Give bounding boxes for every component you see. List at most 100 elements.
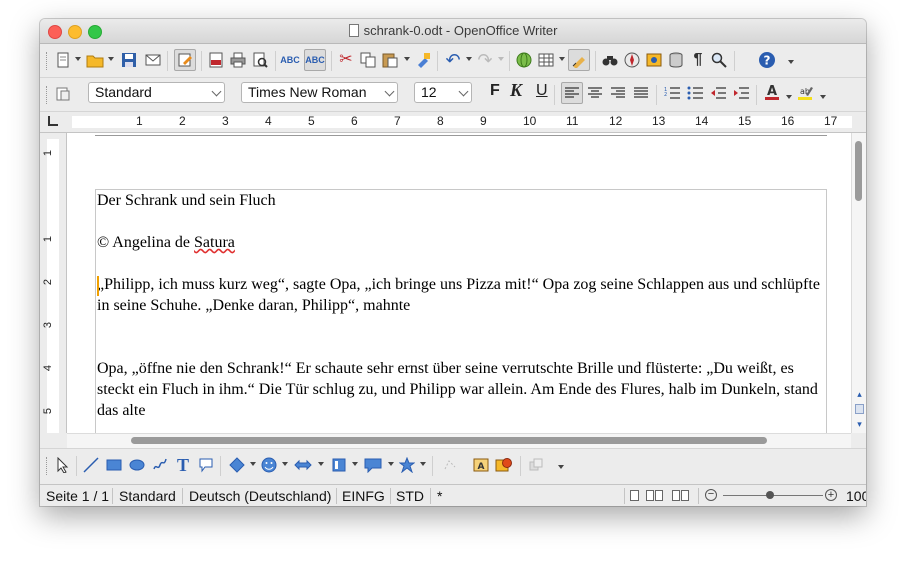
redo-dropdown[interactable] <box>498 57 504 61</box>
symbol-shapes-icon[interactable] <box>260 456 278 474</box>
stars-dropdown[interactable] <box>420 462 426 466</box>
vertical-ruler[interactable]: 1 1 2 3 4 5 <box>40 133 67 433</box>
export-pdf-icon[interactable] <box>207 51 225 69</box>
bold-button[interactable]: F <box>490 82 500 100</box>
misspelled-word[interactable]: Satura <box>194 234 235 251</box>
status-zoom-value[interactable]: 100 <box>846 488 866 504</box>
stars-icon[interactable] <box>398 456 416 474</box>
vertical-scrollbar[interactable]: ▴ ▾ <box>851 133 866 433</box>
new-document-icon[interactable] <box>54 51 72 69</box>
new-document-dropdown[interactable] <box>75 57 81 61</box>
vertical-scroll-thumb[interactable] <box>855 141 862 201</box>
align-right-button[interactable] <box>609 84 627 102</box>
paste-icon[interactable] <box>381 51 399 69</box>
format-paintbrush-icon[interactable] <box>414 51 432 69</box>
rectangle-tool-icon[interactable] <box>105 456 123 474</box>
line-tool-icon[interactable] <box>82 456 100 474</box>
ellipse-tool-icon[interactable] <box>128 456 146 474</box>
tab-stop-type-icon[interactable] <box>48 116 58 126</box>
callout-tool-icon[interactable] <box>197 456 215 474</box>
zoom-in-icon[interactable]: + <box>825 489 837 501</box>
flowchart-icon[interactable] <box>330 456 348 474</box>
fontwork-icon[interactable]: A <box>472 456 490 474</box>
autospellcheck-icon[interactable]: ABC <box>304 49 326 71</box>
styles-formatting-icon[interactable] <box>54 85 72 103</box>
find-replace-icon[interactable] <box>601 51 619 69</box>
hyperlink-icon[interactable] <box>515 51 533 69</box>
horizontal-scrollbar[interactable] <box>67 433 851 448</box>
callouts-dropdown[interactable] <box>388 462 394 466</box>
navigator-icon[interactable] <box>623 51 641 69</box>
align-center-button[interactable] <box>586 84 604 102</box>
status-page[interactable]: Seite 1 / 1 <box>46 488 109 504</box>
font-color-dropdown[interactable] <box>786 95 792 99</box>
book-view-icon[interactable] <box>672 490 690 501</box>
toolbar-grip[interactable] <box>46 457 50 475</box>
status-page-style[interactable]: Standard <box>119 488 176 504</box>
edit-mode-icon[interactable] <box>174 49 196 71</box>
gallery-icon[interactable] <box>645 51 663 69</box>
block-arrows-dropdown[interactable] <box>318 462 324 466</box>
flowchart-dropdown[interactable] <box>352 462 358 466</box>
align-left-button[interactable] <box>561 82 583 104</box>
drawing-toolbar-more-dropdown[interactable] <box>558 465 564 469</box>
decrease-indent-icon[interactable] <box>709 84 727 102</box>
select-pointer-icon[interactable] <box>54 456 72 474</box>
toolbar-more-dropdown[interactable] <box>788 60 794 64</box>
insert-image-icon[interactable] <box>495 456 513 474</box>
justify-button[interactable] <box>632 84 650 102</box>
zoom-out-icon[interactable]: − <box>705 489 717 501</box>
toolbar-grip[interactable] <box>46 86 50 104</box>
block-arrows-icon[interactable] <box>294 456 312 474</box>
toolbar-grip[interactable] <box>46 52 50 70</box>
open-icon[interactable] <box>86 51 104 69</box>
points-icon[interactable] <box>441 456 459 474</box>
symbol-shapes-dropdown[interactable] <box>282 462 288 466</box>
table-dropdown[interactable] <box>559 57 565 61</box>
basic-shapes-icon[interactable] <box>228 456 246 474</box>
horizontal-scroll-thumb[interactable] <box>131 437 767 444</box>
spellcheck-icon[interactable]: ABC <box>280 51 300 69</box>
highlight-icon[interactable]: ab <box>796 83 814 101</box>
numbering-icon[interactable]: 12 <box>663 84 681 102</box>
increase-indent-icon[interactable] <box>732 84 750 102</box>
email-icon[interactable] <box>144 51 162 69</box>
status-language[interactable]: Deutsch (Deutschland) <box>189 488 331 504</box>
open-dropdown[interactable] <box>108 57 114 61</box>
paragraph-copyright[interactable]: © Angelina de Satura <box>97 232 827 253</box>
redo-icon[interactable]: ↷ <box>476 51 494 69</box>
document-canvas[interactable]: Der Schrank und sein Fluch © Angelina de… <box>67 133 851 433</box>
multi-page-view-icon[interactable] <box>646 490 664 501</box>
undo-icon[interactable]: ↶ <box>444 51 462 69</box>
text-tool-icon[interactable]: T <box>174 456 192 474</box>
zoom-icon[interactable] <box>710 51 728 69</box>
paste-dropdown[interactable] <box>404 57 410 61</box>
font-color-icon[interactable]: A <box>763 83 781 101</box>
table-icon[interactable] <box>537 51 555 69</box>
data-sources-icon[interactable] <box>667 51 685 69</box>
basic-shapes-dropdown[interactable] <box>250 462 256 466</box>
paragraph-style-select[interactable]: Standard <box>88 82 225 103</box>
bullets-icon[interactable] <box>686 84 704 102</box>
print-preview-icon[interactable] <box>251 51 269 69</box>
extrusion-icon[interactable] <box>527 456 545 474</box>
undo-dropdown[interactable] <box>466 57 472 61</box>
formatting-marks-icon[interactable]: ¶ <box>689 51 707 69</box>
italic-button[interactable]: K <box>510 80 522 101</box>
draw-functions-icon[interactable] <box>568 49 590 71</box>
paragraph-body-2[interactable]: Opa, „öffne nie den Schrank!“ Er schaute… <box>97 358 827 421</box>
status-insert-mode[interactable]: EINFG <box>342 488 385 504</box>
underline-button[interactable]: U <box>536 82 548 100</box>
next-page-icon[interactable]: ▾ <box>855 419 864 429</box>
callouts-icon[interactable] <box>364 456 382 474</box>
single-page-view-icon[interactable] <box>630 490 639 501</box>
save-icon[interactable] <box>120 51 138 69</box>
zoom-slider-knob[interactable] <box>766 491 774 499</box>
print-icon[interactable] <box>229 51 247 69</box>
previous-page-icon[interactable]: ▴ <box>855 389 864 399</box>
highlight-dropdown[interactable] <box>820 95 826 99</box>
font-name-select[interactable]: Times New Roman <box>241 82 398 103</box>
navigation-icon[interactable] <box>855 404 864 414</box>
copy-icon[interactable] <box>359 51 377 69</box>
cut-icon[interactable]: ✂ <box>337 51 355 69</box>
